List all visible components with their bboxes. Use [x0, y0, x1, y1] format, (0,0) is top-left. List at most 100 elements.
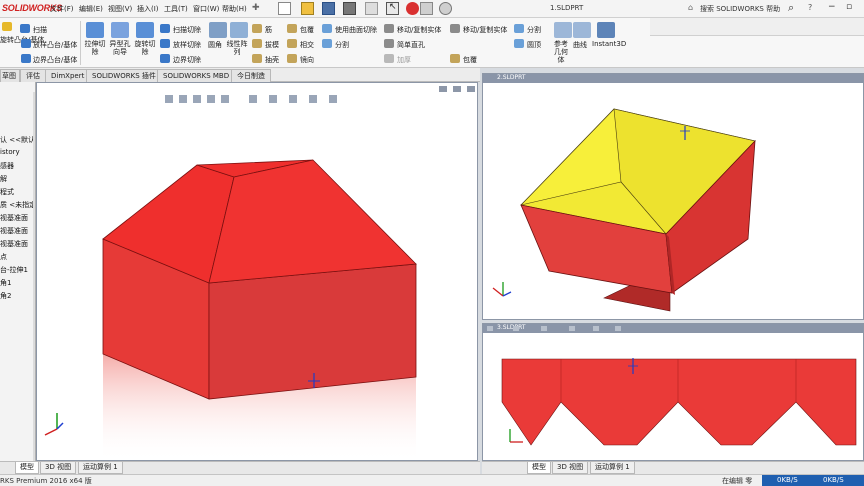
tab-manufacturing[interactable]: 今日制造 — [231, 69, 271, 82]
split-2-label[interactable]: 分割 — [527, 25, 541, 35]
linear-pattern-label[interactable]: 线性阵列 — [226, 40, 248, 56]
search-icon[interactable]: ⌕ — [788, 1, 794, 15]
main-graphics-area[interactable] — [36, 82, 478, 461]
new-document-icon[interactable] — [278, 2, 291, 15]
tree-item-boss-extrude[interactable]: 台-拉伸1 — [0, 265, 28, 275]
tab-evaluate[interactable]: 评估 — [20, 69, 46, 82]
revolved-cut-icon[interactable] — [136, 22, 154, 38]
split-2-icon[interactable] — [514, 24, 524, 33]
red-block-part[interactable] — [102, 159, 417, 400]
restore-icon[interactable]: ▫ — [846, 2, 852, 12]
boundary-cut-label[interactable]: 边界切除 — [173, 55, 201, 65]
swept-cut-icon[interactable] — [160, 24, 170, 33]
flat-pattern-part[interactable] — [501, 358, 857, 446]
wrap-2-icon[interactable] — [450, 54, 460, 63]
minimize-icon[interactable]: − — [828, 2, 836, 12]
reference-geometry-label[interactable]: 参考几何体 — [551, 40, 571, 64]
pin-icon[interactable]: ✚ — [252, 3, 260, 13]
viewport-part3[interactable]: 3.SLDPRT — [482, 323, 864, 461]
tree-item-right-plane[interactable]: 视基准面 — [0, 239, 28, 249]
options-gear-icon[interactable] — [439, 2, 452, 15]
surface-cut-icon[interactable] — [322, 24, 332, 33]
tab-addins[interactable]: SOLIDWORKS 插件 — [86, 69, 162, 82]
tab-motion-study-main[interactable]: 运动算例 1 — [78, 462, 123, 474]
heads-up-toolbar-3[interactable] — [487, 326, 621, 331]
move-copy-body-label[interactable]: 移动/复制实体 — [397, 25, 441, 35]
sweep-icon[interactable] — [20, 24, 30, 33]
menu-tools[interactable]: 工具(T) — [164, 4, 188, 14]
viewport-part2[interactable]: 2.SLDPRT — [482, 73, 864, 320]
tree-item-sensors[interactable]: 感器 — [0, 161, 14, 171]
mirror-label[interactable]: 镜向 — [300, 55, 314, 65]
boundary-cut-icon[interactable] — [160, 54, 170, 63]
move-copy-body-icon[interactable] — [384, 24, 394, 33]
file-properties-icon[interactable] — [420, 2, 433, 15]
shell-icon[interactable] — [252, 54, 262, 63]
wrap-label[interactable]: 包覆 — [300, 25, 314, 35]
lofted-cut-icon[interactable] — [160, 39, 170, 48]
move-copy-body-2-label[interactable]: 移动/复制实体 — [463, 25, 507, 35]
window-controls-main[interactable] — [439, 86, 475, 92]
loft-icon[interactable] — [21, 39, 31, 48]
rib-label[interactable]: 筋 — [265, 25, 272, 35]
intersect-label[interactable]: 相交 — [300, 40, 314, 50]
fillet-icon[interactable] — [209, 22, 227, 38]
heads-up-view-toolbar[interactable] — [165, 95, 337, 103]
undo-icon[interactable] — [365, 2, 378, 15]
tree-item-history[interactable]: istory — [0, 148, 20, 156]
wrap-2-label[interactable]: 包覆 — [463, 55, 477, 65]
revolve-boss-icon[interactable] — [2, 22, 12, 31]
main-part-view[interactable] — [37, 83, 478, 461]
tab-motion-study-right[interactable]: 运动算例 1 — [590, 462, 635, 474]
tree-item-chamfer2[interactable]: 角2 — [0, 291, 11, 301]
tab-3d-view-right[interactable]: 3D 视图 — [552, 462, 589, 474]
tree-item-material[interactable]: 质 <未指定 — [0, 200, 35, 210]
tab-model-main[interactable]: 模型 — [15, 462, 39, 474]
select-arrow-icon[interactable]: ↖ — [386, 2, 399, 15]
tab-mbd[interactable]: SOLIDWORKS MBD — [157, 69, 236, 82]
split-icon[interactable] — [322, 39, 332, 48]
tree-item-equations[interactable]: 程式 — [0, 187, 14, 197]
draft-icon[interactable] — [252, 39, 262, 48]
tree-item-top-plane[interactable]: 视基准面 — [0, 226, 28, 236]
tab-dimxpert[interactable]: DimXpert — [45, 69, 91, 82]
curves-icon[interactable] — [573, 22, 591, 38]
swept-cut-label[interactable]: 扫描切除 — [173, 25, 201, 35]
home-icon[interactable]: ⌂ — [688, 3, 693, 12]
dome-icon[interactable] — [514, 39, 524, 48]
rebuild-icon[interactable] — [406, 2, 419, 15]
split-label[interactable]: 分割 — [335, 40, 349, 50]
wrap-icon[interactable] — [287, 24, 297, 33]
mirror-icon[interactable] — [287, 54, 297, 63]
menu-window[interactable]: 窗口(W) — [193, 4, 219, 14]
tree-item-origin[interactable]: 点 — [0, 252, 7, 262]
loft-boss-label[interactable]: 放样凸台/基体 — [33, 40, 77, 50]
intersect-icon[interactable] — [287, 39, 297, 48]
flat-pattern-view[interactable] — [483, 324, 864, 461]
lofted-cut-label[interactable]: 放样切除 — [173, 40, 201, 50]
tree-item-annotations[interactable]: 解 — [0, 174, 7, 184]
menu-insert[interactable]: 插入(I) — [137, 4, 159, 14]
tree-item-chamfer1[interactable]: 角1 — [0, 278, 11, 288]
save-icon[interactable] — [322, 2, 335, 15]
move-copy-body-2-icon[interactable] — [450, 24, 460, 33]
extruded-cut-label[interactable]: 拉伸切除 — [84, 40, 106, 56]
tab-sketch[interactable]: 草图 — [0, 69, 20, 82]
tree-item-config[interactable]: 认 <<默认 — [0, 135, 35, 145]
dome-label[interactable]: 圆顶 — [527, 40, 541, 50]
help-search-label[interactable]: 搜索 SOLIDWORKS 帮助 — [700, 4, 780, 14]
thicken-label[interactable]: 加厚 — [397, 55, 411, 65]
print-icon[interactable] — [343, 2, 356, 15]
draft-label[interactable]: 拔模 — [265, 40, 279, 50]
box-part-view[interactable] — [483, 74, 864, 320]
menu-view[interactable]: 视图(V) — [108, 4, 132, 14]
boundary-icon[interactable] — [21, 54, 31, 63]
shell-label[interactable]: 抽壳 — [265, 55, 279, 65]
simple-hole-icon[interactable] — [384, 39, 394, 48]
sweep-label[interactable]: 扫描 — [33, 25, 47, 35]
instant3d-label[interactable]: Instant3D — [592, 40, 626, 48]
hole-wizard-icon[interactable] — [111, 22, 129, 38]
thicken-icon[interactable] — [384, 54, 394, 63]
tree-item-front-plane[interactable]: 视基准面 — [0, 213, 28, 223]
revolved-cut-label[interactable]: 旋转切除 — [134, 40, 156, 56]
